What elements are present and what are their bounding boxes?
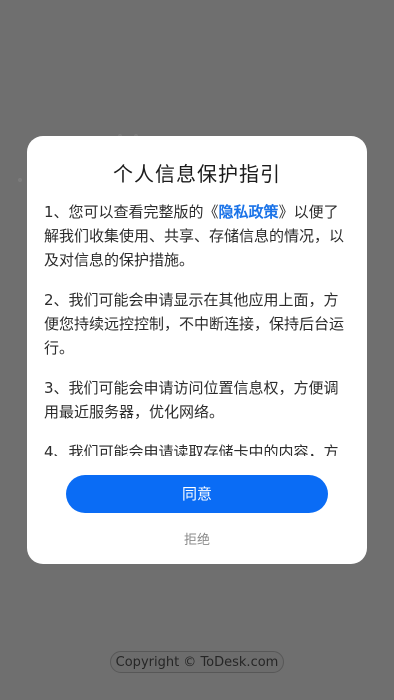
privacy-dialog: 个人信息保护指引 1、您可以查看完整版的《隐私政策》以便了解我们收集使用、共享、… [27,136,367,564]
para1-prefix: 1、您可以查看完整版的《 [44,203,219,221]
copyright-footer: Copyright © ToDesk.com [110,651,284,673]
agree-button[interactable]: 同意 [66,475,328,513]
policy-paragraph-3: 3、我们可能会申请访问位置信息权，方便调用最近服务器，优化网络。 [44,379,339,421]
policy-paragraph-4: 4、我们可能会申请读取存储卡中的内容，方便您传输文件。 [44,443,339,456]
policy-paragraph-2: 2、我们可能会申请显示在其他应用上面，方便您持续远控控制，不中断连接，保持后台运… [44,291,345,357]
reject-button[interactable]: 拒绝 [27,529,367,548]
dialog-title: 个人信息保护指引 [113,162,281,186]
privacy-policy-link[interactable]: 隐私政策 [219,203,279,221]
policy-paragraph-1: 1、您可以查看完整版的《隐私政策》以便了解我们收集使用、共享、存储信息的情况，以… [44,200,352,272]
policy-scroll-area[interactable]: 1、您可以查看完整版的《隐私政策》以便了解我们收集使用、共享、存储信息的情况，以… [44,200,352,456]
screen: 个人信息保护指引 1、您可以查看完整版的《隐私政策》以便了解我们收集使用、共享、… [0,0,394,700]
